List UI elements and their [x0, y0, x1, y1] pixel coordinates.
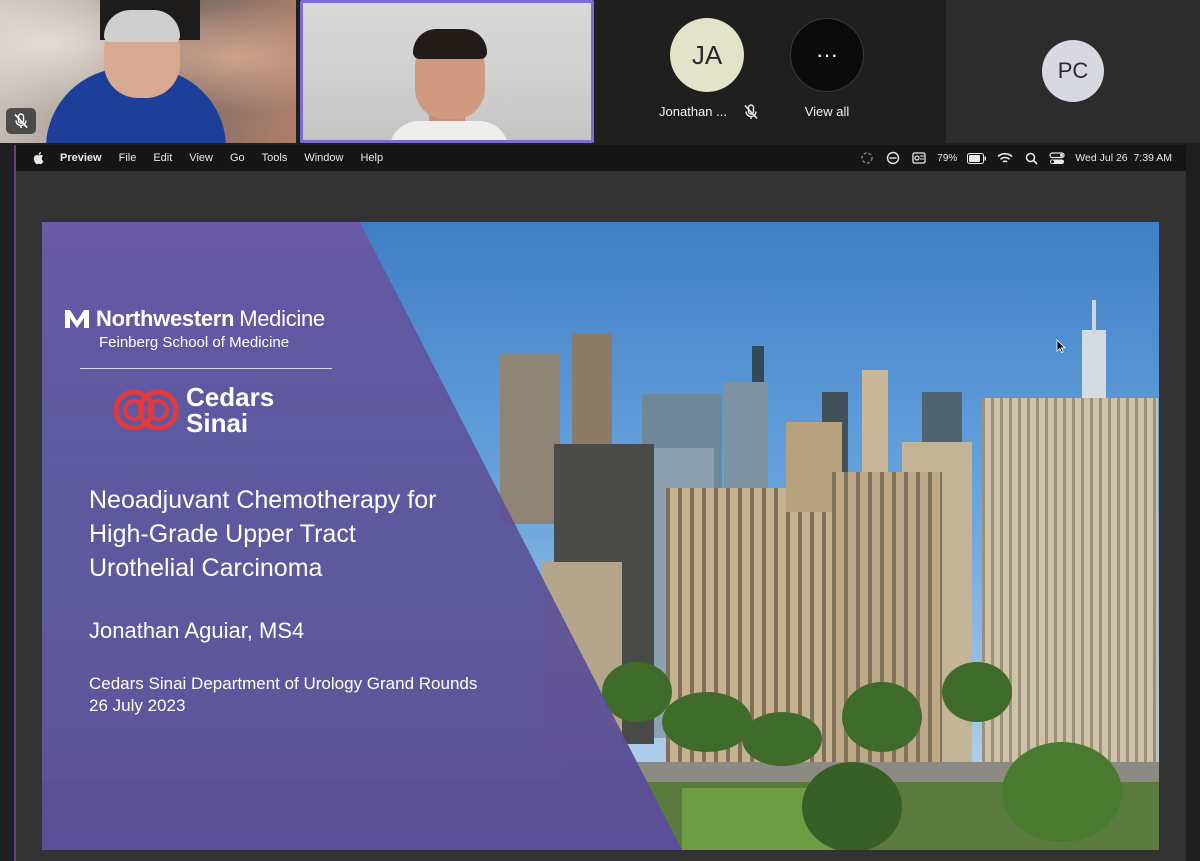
avatar: PC	[1042, 40, 1104, 102]
partner-name-line1: Cedars	[186, 382, 275, 412]
menu-edit[interactable]: Edit	[153, 152, 172, 164]
control-center-icon[interactable]	[1049, 151, 1065, 165]
mac-menu-bar: Preview File Edit View Go Tools Window H…	[16, 145, 1186, 171]
participant-video-tile[interactable]	[0, 0, 296, 143]
logo-primary-text: Northwestern	[96, 306, 235, 331]
outlook-icon[interactable]	[911, 151, 927, 165]
muted-mic-badge	[6, 108, 36, 134]
apple-logo-icon[interactable]	[32, 151, 46, 165]
divider	[80, 368, 332, 369]
wifi-icon[interactable]	[997, 151, 1013, 165]
menu-bar-status-area: 79% Wed Jul 26 7:39 AM	[859, 145, 1172, 171]
partner-name-line2: Sinai	[186, 408, 249, 438]
shared-screen: Preview File Edit View Go Tools Window H…	[14, 145, 1186, 861]
slide-date: 26 July 2023	[89, 696, 186, 715]
mouse-pointer-icon	[1056, 339, 1066, 353]
participant-tile-pc[interactable]: PC	[946, 0, 1200, 143]
logo-primary-suffix: Medicine	[239, 306, 325, 331]
slide-title-line: High-Grade Upper Tract	[89, 520, 356, 548]
battery-icon[interactable]	[967, 151, 987, 165]
cedars-sinai-logo-icon	[113, 389, 179, 431]
focus-icon[interactable]	[885, 151, 901, 165]
participant-figure	[104, 10, 180, 42]
menu-window[interactable]: Window	[304, 152, 343, 164]
menu-app-name[interactable]: Preview	[60, 152, 102, 164]
mic-off-icon	[14, 113, 28, 129]
logo-subtitle: Feinberg School of Medicine	[99, 334, 290, 351]
menu-go[interactable]: Go	[230, 152, 245, 164]
avatar: JA	[670, 18, 744, 92]
slide-title-line: Neoadjuvant Chemotherapy for	[89, 486, 437, 514]
presentation-slide: Northwestern Medicine Feinberg School of…	[42, 222, 1159, 850]
menu-file[interactable]: File	[119, 152, 137, 164]
active-speaker-video-tile[interactable]	[300, 0, 594, 143]
northwestern-logo-icon	[65, 310, 89, 328]
slide-event: Cedars Sinai Department of Urology Grand…	[89, 674, 478, 693]
participant-figure	[413, 29, 487, 59]
menu-view[interactable]: View	[189, 152, 213, 164]
participant-figure	[389, 121, 509, 140]
battery-percent: 79%	[937, 152, 958, 164]
participant-strip: JA Jonathan ... ··· View all PC	[0, 0, 1200, 143]
menu-help[interactable]: Help	[360, 152, 383, 164]
slide-title-line: Urothelial Carcinoma	[89, 554, 323, 582]
slide-author: Jonathan Aguiar, MS4	[89, 618, 305, 643]
search-icon[interactable]	[1023, 151, 1039, 165]
menu-tools[interactable]: Tools	[262, 152, 288, 164]
more-icon: ···	[790, 18, 864, 92]
northwestern-medicine-logo: Northwestern Medicine	[64, 306, 325, 332]
menu-bar-clock[interactable]: Wed Jul 26 7:39 AM	[1075, 152, 1172, 164]
cedars-sinai-wordmark: Cedars Sinai	[186, 384, 274, 436]
spinner-icon[interactable]	[859, 151, 875, 165]
view-all-label: View all	[804, 104, 850, 119]
cedars-sinai-logo: Cedars Sinai	[112, 384, 274, 436]
view-all-button[interactable]: ··· View all	[752, 0, 902, 143]
